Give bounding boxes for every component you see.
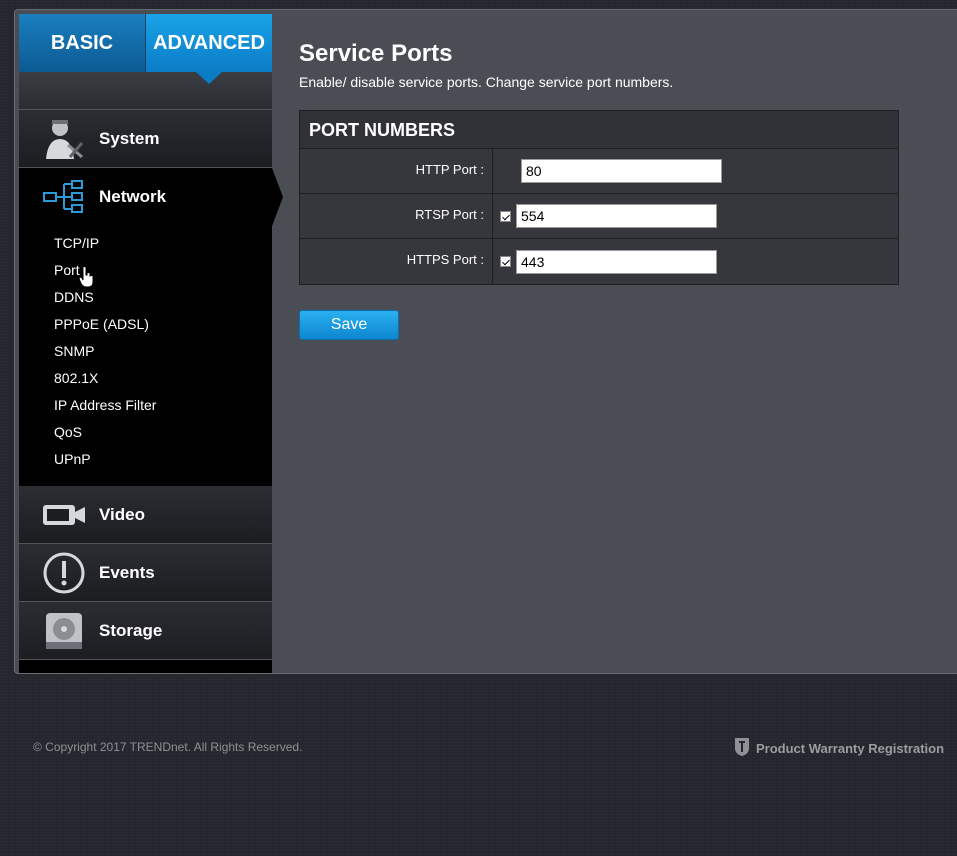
sidebar-item-label: Events	[99, 562, 155, 582]
sidebar-item-label: Storage	[99, 620, 163, 640]
tab-basic[interactable]: BASIC	[19, 14, 146, 72]
sidebar-item-label: Network	[99, 187, 167, 206]
sidebar-item-video[interactable]: Video	[19, 486, 272, 544]
sidebar-item-system[interactable]: System	[19, 110, 272, 168]
video-camera-icon	[33, 502, 95, 528]
table-row-http: HTTP Port : 80	[300, 149, 898, 194]
sidebar-spacer	[19, 72, 272, 110]
submenu-item-ip-filter[interactable]: IP Address Filter	[19, 392, 272, 419]
submenu-item-upnp[interactable]: UPnP	[19, 446, 272, 473]
submenu-item-pppoe[interactable]: PPPoE (ADSL)	[19, 311, 272, 338]
main-content: Service Ports Enable/ disable service po…	[299, 40, 939, 340]
table-row-rtsp: RTSP Port : 554	[300, 194, 898, 239]
submenu-item-tcpip[interactable]: TCP/IP	[19, 230, 272, 257]
http-port-input[interactable]: 80	[521, 159, 722, 183]
footer-warranty-link[interactable]: Product Warranty Registration	[734, 737, 944, 760]
submenu-item-qos[interactable]: QoS	[19, 419, 272, 446]
sidebar-item-events[interactable]: Events	[19, 544, 272, 602]
rtsp-enable-checkbox[interactable]	[500, 210, 511, 222]
https-enable-checkbox[interactable]	[500, 256, 511, 267]
submenu-item-ddns[interactable]: DDNS	[19, 284, 272, 311]
tab-advanced-label: ADVANCED	[153, 31, 265, 54]
alert-exclamation-icon	[33, 551, 95, 595]
submenu-item-8021x[interactable]: 802.1X	[19, 365, 272, 392]
page-title: Service Ports	[299, 40, 453, 67]
hand-cursor-icon	[78, 266, 95, 293]
tab-advanced[interactable]: ADVANCED	[146, 14, 272, 84]
mode-tabs: BASIC ADVANCED	[19, 14, 272, 84]
http-port-label: HTTP Port :	[300, 149, 493, 193]
table-header: PORT NUMBERS	[300, 111, 898, 149]
sidebar: BASIC ADVANCED System Network TCP/IP Por…	[19, 14, 283, 673]
submenu-item-snmp[interactable]: SNMP	[19, 338, 272, 365]
port-numbers-table: PORT NUMBERS HTTP Port : 80 RTSP Port : …	[299, 110, 899, 285]
save-button[interactable]: Save	[299, 310, 399, 340]
submenu-item-port[interactable]: Port	[19, 257, 272, 284]
rtsp-port-input[interactable]: 554	[516, 204, 717, 228]
network-tree-icon	[33, 179, 95, 215]
app-frame: BASIC ADVANCED System Network TCP/IP Por…	[14, 9, 957, 674]
active-tab-caret	[196, 72, 222, 84]
sidebar-item-storage[interactable]: Storage	[19, 602, 272, 660]
footer-copyright: © Copyright 2017 TRENDnet. All Rights Re…	[33, 740, 303, 754]
network-submenu: TCP/IP Port DDNS PPPoE (ADSL) SNMP 802.1…	[19, 226, 272, 486]
page-description: Enable/ disable service ports. Change se…	[299, 74, 674, 90]
sidebar-item-network[interactable]: Network	[19, 168, 283, 226]
https-port-label: HTTPS Port :	[300, 239, 493, 284]
storage-disk-icon	[33, 611, 95, 651]
system-user-tools-icon	[33, 117, 95, 161]
https-port-input[interactable]: 443	[516, 249, 717, 274]
sidebar-item-label: System	[99, 128, 160, 148]
table-row-https: HTTPS Port : 443	[300, 239, 898, 284]
sidebar-item-label: Video	[99, 504, 145, 524]
shield-icon	[734, 737, 750, 760]
rtsp-port-label: RTSP Port :	[300, 194, 493, 238]
warranty-label: Product Warranty Registration	[756, 741, 945, 756]
